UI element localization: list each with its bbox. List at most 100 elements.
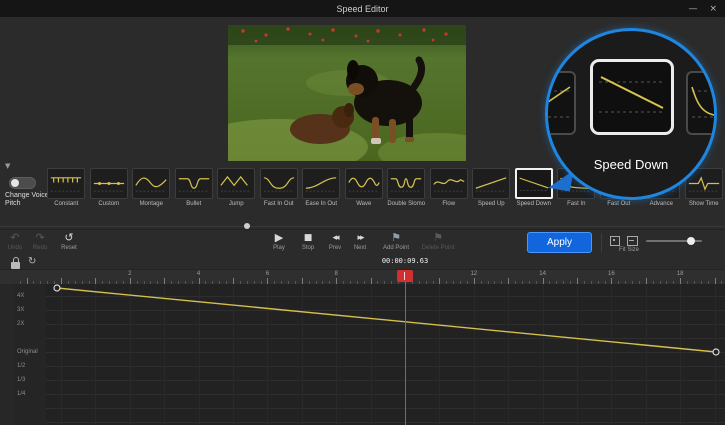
apply-button[interactable]: Apply: [527, 232, 592, 253]
preset-curve-thumb: [345, 168, 383, 199]
play-icon: ▶: [275, 232, 283, 244]
preset-custom[interactable]: Custom: [88, 168, 131, 216]
next-icon: ▸▸: [357, 232, 362, 244]
add-point-label: Add Point: [383, 245, 409, 251]
speed-curve-graph[interactable]: 4X3X2XOriginal1/21/31/4: [0, 284, 725, 425]
preset-curve-thumb: [430, 168, 468, 199]
preset-curve-thumb: [217, 168, 255, 199]
undo-button[interactable]: ↶ Undo: [2, 232, 28, 251]
prev-label: Prev: [329, 245, 341, 251]
preset-scroll-track[interactable]: [0, 226, 725, 227]
redo-label: Redo: [33, 245, 47, 251]
preset-label: Show Time: [689, 201, 719, 207]
lock-icon[interactable]: [11, 262, 20, 269]
preset-curve-thumb: [47, 168, 85, 199]
preset-label: Speed Down: [517, 201, 551, 207]
play-label: Play: [273, 245, 285, 251]
preset-label: Advance: [650, 201, 673, 207]
delete-point-icon: ⚑: [433, 232, 443, 244]
curve-point-start: [54, 285, 60, 291]
prev-icon: ◂◂: [332, 232, 337, 244]
delete-point-button[interactable]: ⚑ Delete Point: [414, 232, 462, 251]
preset-label: Jump: [229, 201, 244, 207]
reset-button[interactable]: ↺ Reset: [54, 232, 84, 251]
next-button[interactable]: ▸▸ Next: [347, 232, 373, 251]
preset-curve-thumb: [302, 168, 340, 199]
preset-ease-in-out[interactable]: Ease In Out: [300, 168, 343, 216]
add-point-button[interactable]: ⚑ Add Point: [376, 232, 416, 251]
zoom-callout-label: Speed Down: [548, 157, 714, 172]
video-preview: [228, 25, 466, 161]
preset-label: Custom: [98, 201, 119, 207]
window-title: Speed Editor: [336, 4, 388, 14]
preset-curve-thumb: [132, 168, 170, 199]
ruler-number: 12: [470, 271, 477, 277]
preset-bullet[interactable]: Bullet: [173, 168, 216, 216]
preset-constant[interactable]: Constant: [45, 168, 88, 216]
delete-point-label: Delete Point: [422, 245, 455, 251]
preset-label: Montage: [140, 201, 163, 207]
play-button[interactable]: ▶ Play: [264, 232, 294, 251]
speed-editor-window: Speed Editor — ×: [0, 0, 725, 425]
titlebar: Speed Editor — ×: [0, 0, 725, 17]
preset-label: Wave: [356, 201, 371, 207]
preset-curve-thumb: [472, 168, 510, 199]
preset-label: Constant: [54, 201, 78, 207]
curve-point-end: [713, 349, 719, 355]
reset-icon: ↺: [64, 232, 73, 244]
preset-double-slomo[interactable]: Double Slomo: [385, 168, 428, 216]
preset-fast-in-out[interactable]: Fast In Out: [258, 168, 301, 216]
stop-button[interactable]: ■ Stop: [294, 232, 322, 251]
stop-label: Stop: [302, 245, 314, 251]
preset-curve-thumb: [90, 168, 128, 199]
zoom-preset-left: [545, 71, 576, 135]
preset-label: Fast In Out: [264, 201, 294, 207]
playhead-line[interactable]: [405, 281, 406, 425]
preset-wave[interactable]: Wave: [343, 168, 386, 216]
preset-curve-thumb: [515, 168, 553, 199]
preset-curve-thumb: [260, 168, 298, 199]
ruler-number: 2: [128, 271, 131, 277]
fit-size-slider-handle[interactable]: [687, 237, 695, 245]
fit-width-icon[interactable]: [627, 236, 638, 246]
preset-speed-up[interactable]: Speed Up: [470, 168, 513, 216]
undo-icon: ↶: [10, 232, 19, 244]
preset-label: Fast In: [567, 201, 585, 207]
zoom-preset-speed-down: [590, 59, 674, 135]
preset-curve-thumb: [175, 168, 213, 199]
close-icon[interactable]: ×: [709, 4, 717, 14]
zoom-preset-right: [686, 71, 717, 135]
fit-to-window-icon[interactable]: [610, 236, 620, 246]
reset-label: Reset: [61, 245, 77, 251]
zoom-callout: Speed Down: [545, 28, 717, 200]
speed-curve-line[interactable]: [0, 284, 725, 425]
minimize-icon[interactable]: —: [688, 4, 697, 14]
preset-label: Fast Out: [607, 201, 630, 207]
add-point-icon: ⚑: [391, 232, 401, 244]
fit-size-label: Fit Size: [603, 247, 655, 253]
current-time-display: 00:00:09.63: [370, 257, 440, 265]
collapse-panel-icon[interactable]: ▼: [5, 162, 10, 170]
preset-speed-down[interactable]: Speed Down: [513, 168, 556, 216]
ruler-number: 8: [335, 271, 338, 277]
preset-flow[interactable]: Flow: [428, 168, 471, 216]
ruler-number: 14: [539, 271, 546, 277]
rotate-icon[interactable]: ↻: [28, 256, 36, 267]
ruler-number: 18: [677, 271, 684, 277]
preset-label: Speed Up: [478, 201, 505, 207]
toolbar-divider: [0, 229, 725, 230]
ruler-number: 6: [266, 271, 269, 277]
timeline-ruler[interactable]: 24681012141618: [0, 269, 725, 284]
stop-icon: ■: [304, 232, 313, 244]
preset-label: Bullet: [186, 201, 201, 207]
preset-label: Ease In Out: [305, 201, 337, 207]
redo-button[interactable]: ↷ Redo: [27, 232, 53, 251]
undo-label: Undo: [8, 245, 22, 251]
next-label: Next: [354, 245, 366, 251]
preset-montage[interactable]: Montage: [130, 168, 173, 216]
change-voice-pitch-toggle[interactable]: [9, 177, 36, 189]
ruler-number: 4: [197, 271, 200, 277]
preset-jump[interactable]: Jump: [215, 168, 258, 216]
ruler-number: 16: [608, 271, 615, 277]
prev-button[interactable]: ◂◂ Prev: [322, 232, 348, 251]
